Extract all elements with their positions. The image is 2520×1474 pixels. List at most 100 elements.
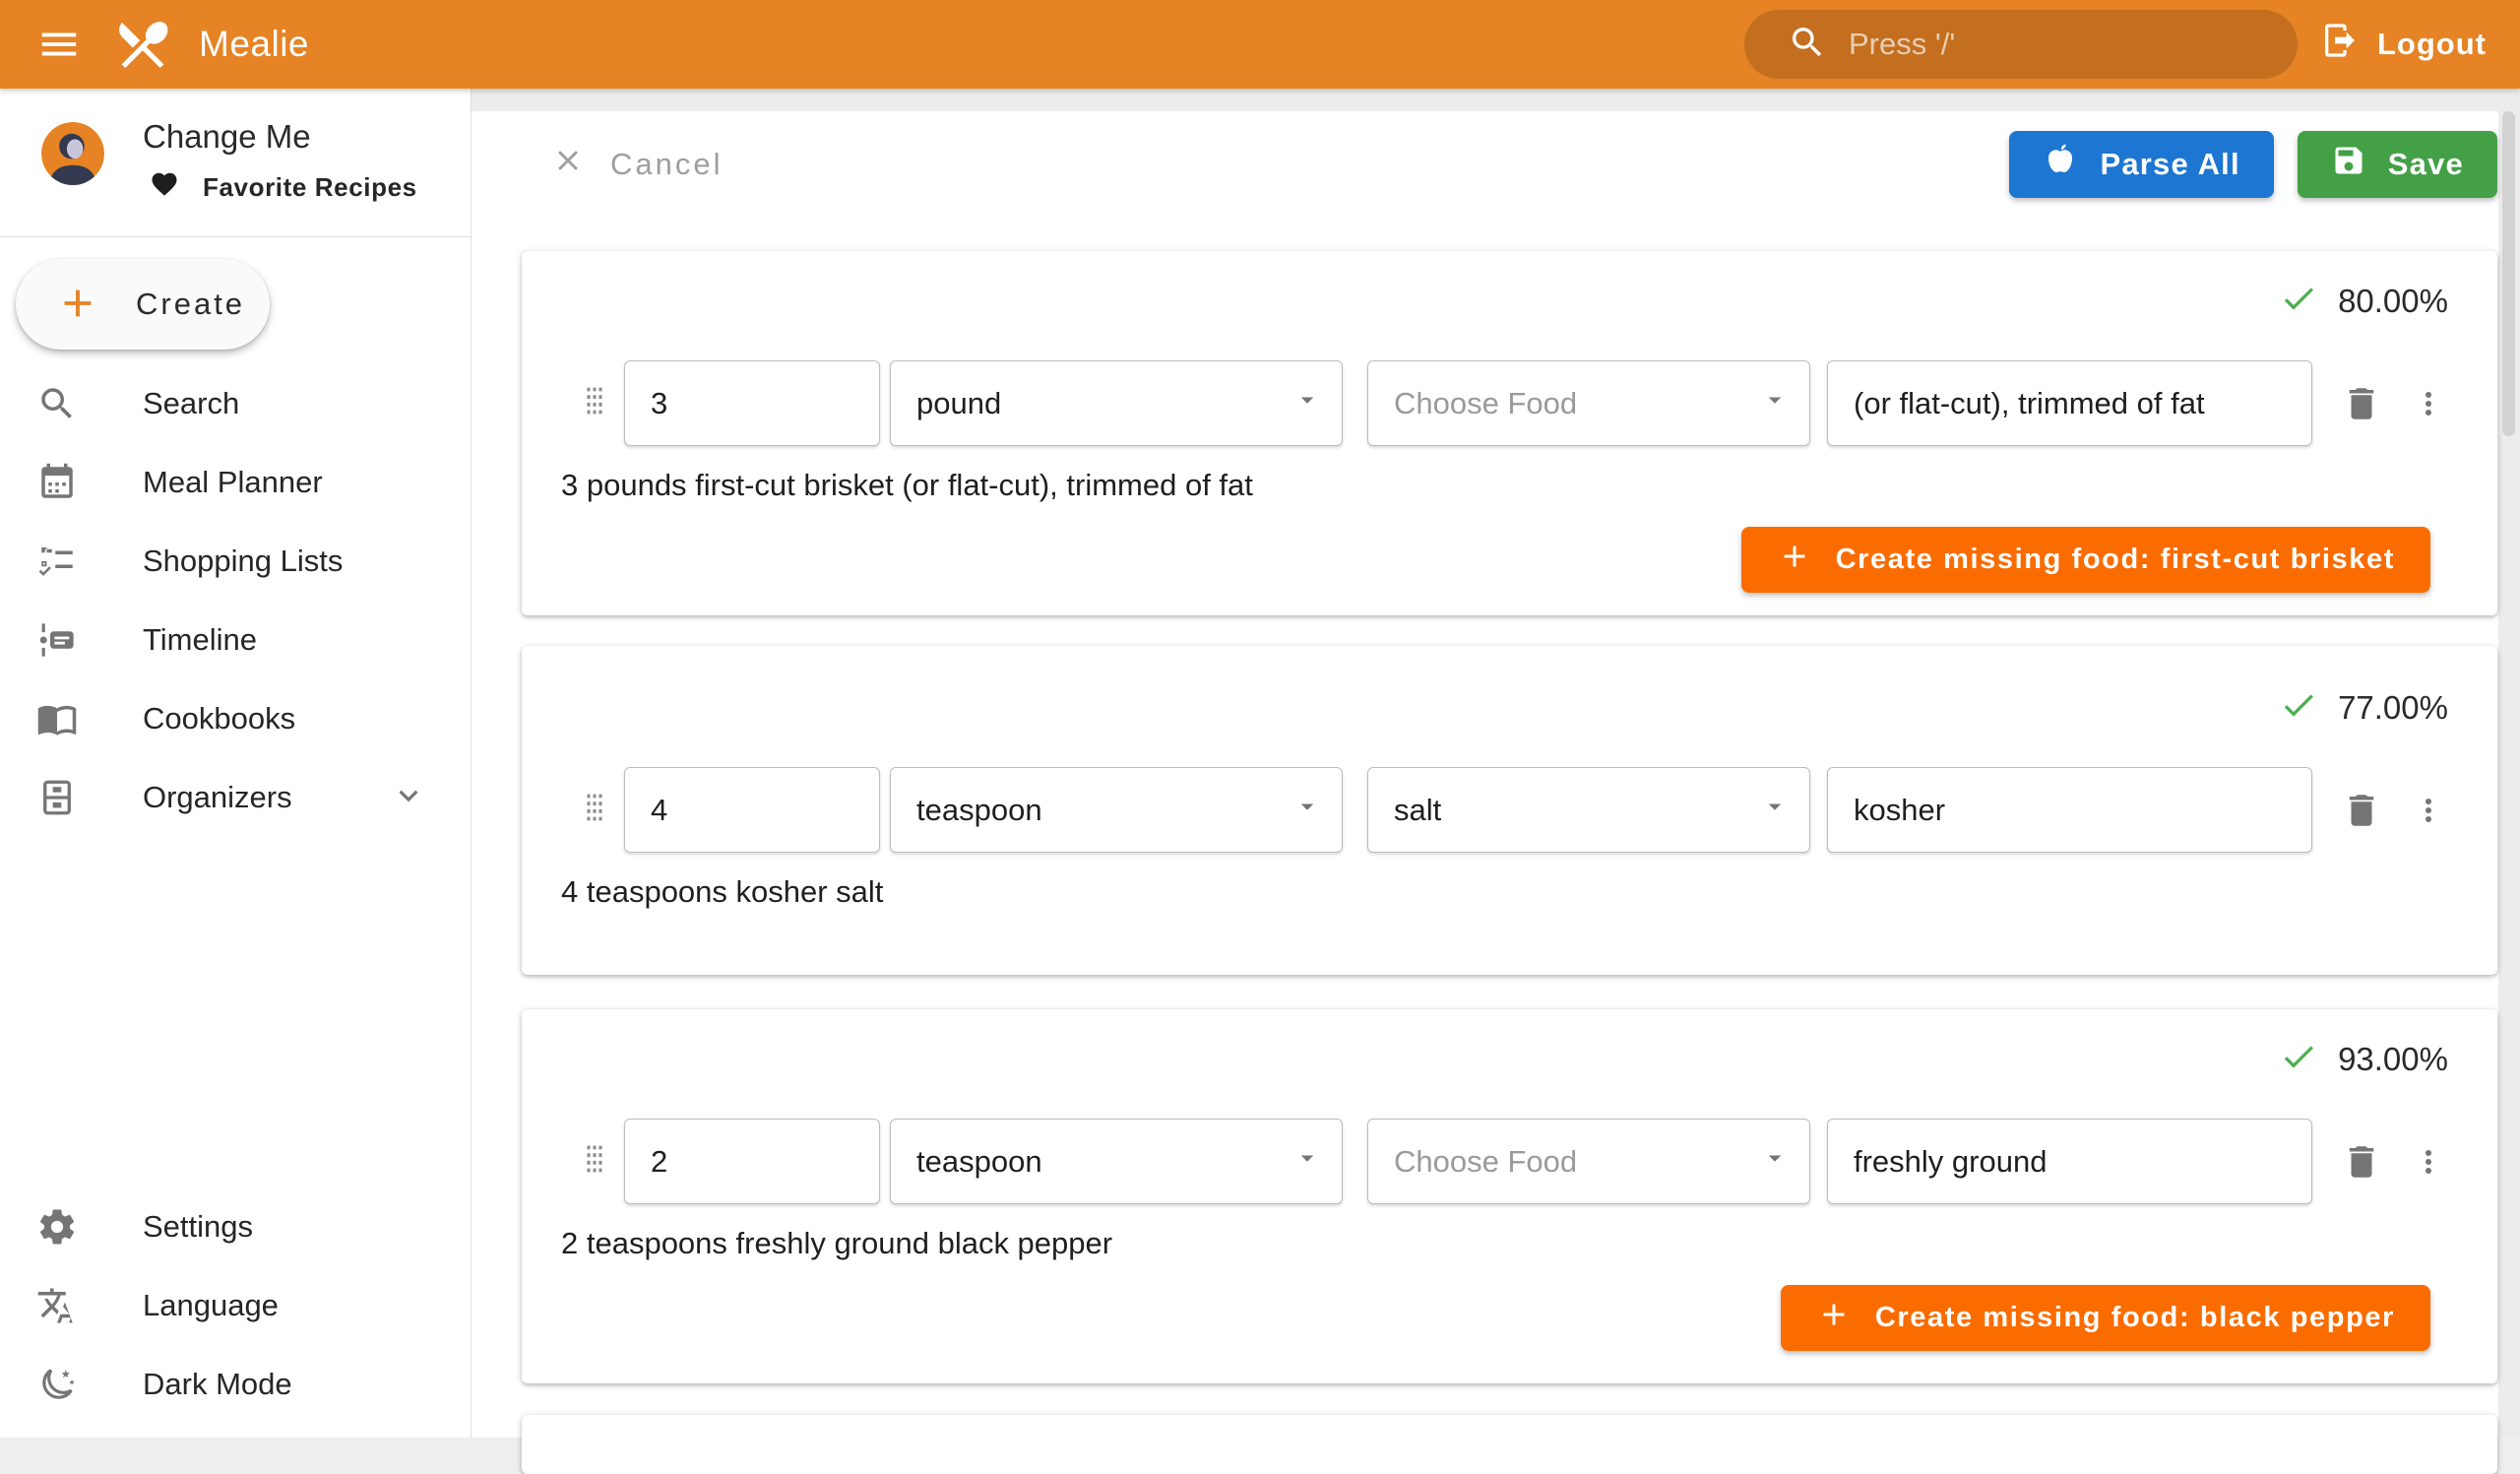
menu-down-icon — [1760, 1143, 1790, 1181]
sidebar-item-timeline[interactable]: Timeline — [0, 601, 471, 679]
logout-icon — [2320, 21, 2360, 68]
food-select[interactable]: Choose Food — [1367, 360, 1810, 446]
more-options-button[interactable] — [2409, 386, 2448, 421]
ingredient-card: 77.00% teaspoon salt — [522, 646, 2497, 975]
plus-icon — [1816, 1297, 1852, 1340]
confidence-value: 80.00% — [2338, 283, 2448, 320]
save-button[interactable]: Save — [2298, 131, 2497, 198]
list-checks-icon — [35, 541, 79, 582]
magnify-icon — [35, 383, 79, 424]
file-cabinet-icon — [35, 777, 79, 818]
check-icon — [2279, 279, 2318, 323]
quantity-input[interactable] — [624, 767, 880, 853]
menu-down-icon — [1760, 792, 1790, 829]
confidence-row: 80.00% — [522, 251, 2497, 323]
unit-select[interactable]: pound — [890, 360, 1343, 446]
plus-icon — [55, 281, 100, 329]
sidebar-item-label: Timeline — [143, 622, 257, 658]
sidebar-item-organizers[interactable]: Organizers — [0, 758, 471, 837]
app-title: Mealie — [199, 24, 309, 65]
confidence-row: 77.00% — [522, 646, 2497, 730]
sidebar-item-label: Meal Planner — [143, 465, 323, 500]
menu-down-icon — [1292, 792, 1322, 829]
sidebar-item-language[interactable]: Language — [0, 1266, 471, 1345]
note-input[interactable] — [1827, 1119, 2312, 1204]
note-input[interactable] — [1827, 767, 2312, 853]
moon-icon — [35, 1364, 79, 1405]
logout-button[interactable]: Logout — [2320, 0, 2487, 89]
ingredient-fields-row: pound Choose Food — [522, 360, 2497, 446]
sidebar-item-settings[interactable]: Settings — [0, 1187, 471, 1266]
quantity-input[interactable] — [624, 360, 880, 446]
sidebar-item-meal-planner[interactable]: Meal Planner — [0, 443, 471, 522]
sidebar-divider — [0, 236, 471, 237]
check-icon — [2279, 1037, 2318, 1081]
confidence-row: 93.00% — [522, 1009, 2497, 1081]
quantity-input[interactable] — [624, 1119, 880, 1204]
translate-icon — [35, 1285, 79, 1326]
create-label: Create — [136, 287, 245, 322]
mealie-ingredient-parser-page: { "app_bar": { "title": "Mealie", "searc… — [0, 0, 2520, 1438]
app-bar: Mealie Logout — [0, 0, 2520, 89]
create-button[interactable]: Create — [16, 259, 270, 350]
favorite-recipes-label: Favorite Recipes — [203, 172, 417, 203]
delete-ingredient-button[interactable] — [2338, 1141, 2385, 1183]
menu-icon[interactable] — [33, 19, 85, 70]
search-icon — [1788, 23, 1827, 67]
search-input[interactable] — [1849, 27, 2242, 62]
create-missing-food-button[interactable]: Create missing food: first-cut brisket — [1741, 527, 2430, 593]
menu-down-icon — [1760, 385, 1790, 422]
global-search[interactable] — [1744, 10, 2298, 79]
sidebar-nav: Search Meal Planner Shopping Lists Timel… — [0, 364, 471, 837]
mealie-logo-silverware-icon — [112, 14, 173, 75]
sidebar-item-label: Shopping Lists — [143, 544, 343, 579]
cancel-button[interactable]: Cancel — [551, 144, 724, 185]
unit-value: pound — [916, 386, 1001, 421]
unit-select[interactable]: teaspoon — [890, 1119, 1343, 1204]
ingredient-fields-row: teaspoon salt — [522, 767, 2497, 853]
cancel-label: Cancel — [610, 147, 724, 182]
more-options-button[interactable] — [2409, 793, 2448, 828]
food-select[interactable]: Choose Food — [1367, 1119, 1810, 1204]
ingredient-parser-sheet: Cancel Parse All Save 80.00% — [472, 111, 2498, 1438]
ingredient-card-partial — [522, 1415, 2497, 1474]
chevron-down-icon — [390, 777, 427, 819]
food-placeholder: Choose Food — [1394, 386, 1577, 421]
avatar[interactable] — [41, 122, 104, 185]
note-input[interactable] — [1827, 360, 2312, 446]
sidebar-item-dark-mode[interactable]: Dark Mode — [0, 1345, 471, 1424]
sidebar-item-shopping-lists[interactable]: Shopping Lists — [0, 522, 471, 601]
delete-ingredient-button[interactable] — [2338, 790, 2385, 831]
parse-all-label: Parse All — [2100, 147, 2239, 182]
drag-handle-icon[interactable] — [577, 1136, 612, 1186]
drag-handle-icon[interactable] — [577, 785, 612, 835]
heart-icon — [150, 169, 179, 206]
food-placeholder: Choose Food — [1394, 1144, 1577, 1180]
favorite-recipes-link[interactable]: Favorite Recipes — [150, 169, 417, 206]
book-open-icon — [35, 698, 79, 739]
create-missing-food-button[interactable]: Create missing food: black pepper — [1781, 1285, 2430, 1351]
food-select[interactable]: salt — [1367, 767, 1810, 853]
more-options-button[interactable] — [2409, 1144, 2448, 1180]
ingredient-card: 80.00% pound Choose Food — [522, 251, 2497, 615]
confidence-value: 77.00% — [2338, 689, 2448, 727]
delete-ingredient-button[interactable] — [2338, 383, 2385, 424]
drag-handle-icon[interactable] — [577, 378, 612, 428]
sidebar-item-label: Search — [143, 386, 239, 421]
close-icon — [551, 144, 585, 185]
unit-value: teaspoon — [916, 793, 1042, 828]
create-missing-food-label: Create missing food: black pepper — [1875, 1302, 2395, 1334]
sidebar-item-label: Organizers — [143, 780, 292, 815]
sidebar-item-search[interactable]: Search — [0, 364, 471, 443]
create-missing-food-label: Create missing food: first-cut brisket — [1836, 544, 2395, 576]
scrollbar[interactable] — [2502, 111, 2515, 436]
menu-down-icon — [1292, 385, 1322, 422]
check-icon — [2279, 685, 2318, 730]
parse-all-button[interactable]: Parse All — [2009, 131, 2273, 198]
apple-icon — [2043, 143, 2078, 186]
ingredient-fields-row: teaspoon Choose Food — [522, 1119, 2497, 1204]
unit-select[interactable]: teaspoon — [890, 767, 1343, 853]
parser-toolbar: Cancel Parse All Save — [522, 131, 2497, 198]
sidebar-item-cookbooks[interactable]: Cookbooks — [0, 679, 471, 758]
sidebar-item-label: Language — [143, 1288, 279, 1323]
